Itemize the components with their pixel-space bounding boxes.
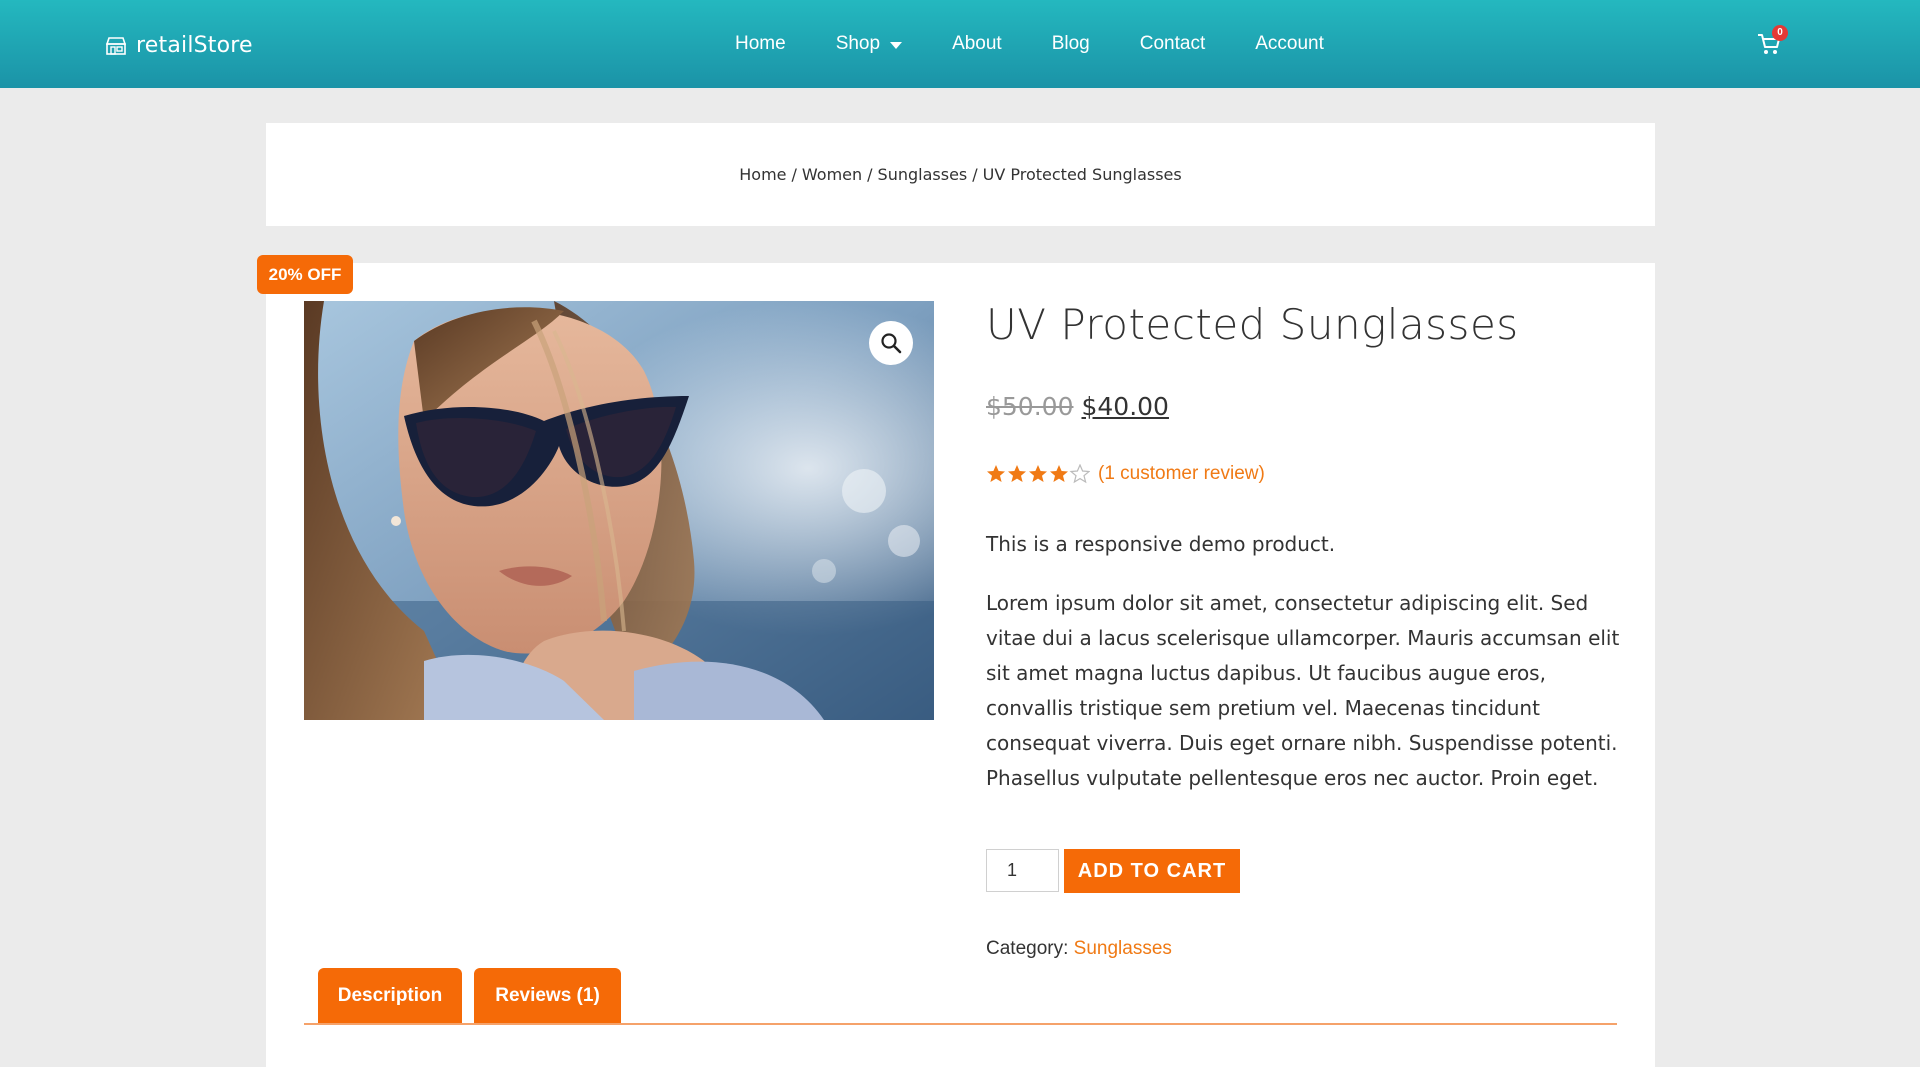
product-rating: (1 customer review) (986, 463, 1265, 485)
caret-down-icon (890, 41, 903, 49)
site-header: retailStore Home Shop About Blog Contact… (0, 0, 1920, 88)
zoom-button[interactable] (869, 321, 913, 365)
nav-home-label: Home (735, 33, 786, 54)
product-title: UV Protected Sunglasses (986, 300, 1519, 349)
product-photo (304, 301, 934, 720)
nav-shop[interactable]: Shop (835, 33, 903, 55)
breadcrumb-separator: / (791, 165, 797, 184)
star-rating-icons (987, 464, 1090, 484)
breadcrumb-current: UV Protected Sunglasses (982, 165, 1182, 184)
nav-blog[interactable]: Blog (1052, 33, 1090, 55)
breadcrumb-separator: / (867, 165, 873, 184)
nav-account-label: Account (1255, 33, 1324, 54)
breadcrumb: Home / Women / Sunglasses / UV Protected Sungl… (739, 165, 1181, 184)
customer-review-link[interactable]: (1 customer review) (1098, 463, 1265, 485)
breadcrumb-sunglasses[interactable]: Sunglasses (878, 165, 968, 184)
site-logo[interactable]: retailStore (106, 33, 253, 58)
breadcrumb-separator: / (972, 165, 978, 184)
star-rating (986, 464, 1090, 484)
nav-blog-label: Blog (1051, 33, 1090, 54)
cart-count-badge: 0 (1772, 25, 1788, 41)
product-image[interactable] (304, 301, 934, 720)
nav-contact-label: Contact (1139, 33, 1206, 54)
short-description: This is a responsive demo product. (986, 532, 1336, 556)
brand-name: retailStore (136, 33, 253, 58)
store-icon (106, 36, 126, 55)
category-label: Category: (986, 938, 1069, 959)
breadcrumb-container: Home / Women / Sunglasses / UV Protected Sungl… (266, 123, 1655, 226)
star-outline-icon (1069, 464, 1090, 484)
nav-account[interactable]: Account (1255, 33, 1324, 55)
product-description: Lorem ipsum dolor sit amet, consectetur … (986, 591, 1620, 790)
tab-description[interactable]: Description (318, 968, 462, 1024)
main-nav: Home Shop About Blog Contact Account (735, 0, 1374, 88)
star-icon (1008, 465, 1026, 482)
star-icon (1050, 465, 1068, 482)
sale-price: $40.00 (1081, 392, 1169, 421)
add-to-cart-button[interactable]: ADD TO CART (1064, 849, 1240, 893)
product-category: Category: Sunglasses (986, 938, 1172, 960)
magnifier-icon (881, 333, 902, 354)
nav-home[interactable]: Home (735, 33, 786, 55)
nav-shop-label: Shop (835, 33, 881, 54)
nav-about[interactable]: About (952, 33, 1002, 55)
cart-button[interactable]: 0 (1756, 25, 1788, 59)
nav-about-label: About (952, 33, 1002, 54)
star-icon (1029, 465, 1047, 482)
product-price: $50.00 $40.00 (986, 392, 1169, 421)
original-price: $50.00 (986, 392, 1074, 421)
quantity-input[interactable] (986, 849, 1059, 892)
star-icon (987, 465, 1005, 482)
breadcrumb-home[interactable]: Home (739, 165, 786, 184)
sale-badge: 20% OFF (257, 255, 353, 294)
breadcrumb-women[interactable]: Women (802, 165, 862, 184)
nav-contact[interactable]: Contact (1140, 33, 1205, 55)
category-link[interactable]: Sunglasses (1074, 938, 1172, 959)
tabs-divider (304, 1023, 1617, 1025)
tab-reviews[interactable]: Reviews (1) (474, 968, 621, 1024)
